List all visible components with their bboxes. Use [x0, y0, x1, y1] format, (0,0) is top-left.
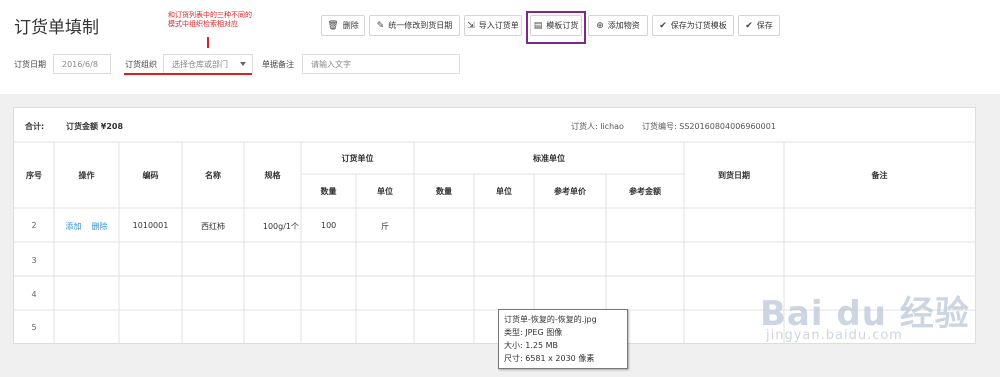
col-remark: 备注: [871, 171, 888, 180]
add-goods-label: 添加物资: [607, 21, 640, 30]
add-goods-button[interactable]: ⊕ 添加物资: [588, 15, 648, 36]
org-label: 订货组织: [125, 60, 157, 69]
annotation-line-2: 模式中组织检索相对应: [168, 20, 238, 28]
order-date-input[interactable]: 2016/6/8: [53, 54, 111, 74]
tooltip-size: 大小: 1.25 MB: [504, 341, 558, 350]
header-area: 订货单填制 和订货列表中的三种不同的 模式中组织检索相对应 🗑 删除 ✎ 统一修…: [0, 0, 1000, 94]
row-actions: 添加 删除: [54, 221, 119, 232]
tooltip-dimensions: 尺寸: 6581 x 2030 像素: [504, 354, 595, 363]
row-spec: 100g/1个: [262, 222, 299, 231]
row-index: 5: [31, 323, 37, 332]
check-icon: ✔: [745, 20, 753, 31]
delete-button-label: 删除: [342, 21, 359, 30]
watermark-url: jingyan.baidu.com: [766, 328, 903, 343]
page-title: 订货单填制: [14, 18, 99, 38]
tooltip-filename: 订货单-恢复的-恢复的.jpg: [504, 315, 597, 324]
col-name: 名称: [205, 171, 221, 180]
col-index: 序号: [26, 171, 42, 180]
col-spec: 规格: [264, 171, 281, 180]
org-placeholder: 选择仓库或部门: [172, 59, 228, 69]
annotation-line-1: 和订货列表中的三种不同的: [168, 11, 252, 19]
remark-placeholder: 请输入文字: [311, 59, 351, 69]
save-button-label: 保存: [756, 21, 773, 30]
import-order-label: 导入订货单: [478, 21, 519, 30]
pencil-icon: ✎: [376, 20, 385, 31]
col-order-unit-sub: 单位: [377, 187, 393, 196]
col-ref-price: 参考单价: [554, 187, 586, 196]
row-qty[interactable]: 100: [301, 221, 356, 230]
org-select[interactable]: 选择仓库或部门: [163, 54, 253, 74]
set-arrival-date-label: 统一修改到货日期: [388, 21, 453, 30]
col-std-qty: 数量: [436, 187, 452, 196]
col-code: 编码: [142, 171, 159, 180]
tooltip-type: 类型: JPEG 图像: [504, 328, 563, 337]
import-order-button[interactable]: ⇲ 导入订货单: [464, 15, 522, 36]
col-std-unit-sub: 单位: [496, 187, 512, 196]
col-ref-amount: 参考金额: [629, 187, 661, 196]
col-std-unit: 标准单位: [533, 154, 565, 163]
delete-button[interactable]: 🗑 删除: [321, 15, 365, 36]
trash-icon: 🗑: [327, 20, 339, 31]
save-as-template-button[interactable]: ✔ 保存为订货模板: [652, 15, 734, 36]
file-info-tooltip: 订货单-恢复的-恢复的.jpg 类型: JPEG 图像 大小: 1.25 MB …: [498, 309, 628, 369]
highlight-box: [526, 11, 586, 44]
annotation-note: 和订货列表中的三种不同的 模式中组织检索相对应: [168, 11, 252, 29]
col-order-unit: 订货单位: [341, 154, 374, 163]
delete-row-link[interactable]: 删除: [92, 222, 108, 231]
col-order-qty: 数量: [320, 187, 337, 196]
annotation-underline: [124, 73, 252, 75]
save-button[interactable]: ✔ 保存: [738, 15, 780, 36]
col-action: 操作: [78, 171, 95, 180]
row-unit: 斤: [381, 222, 389, 231]
import-icon: ⇲: [467, 20, 475, 31]
baidu-watermark: Bai du 经验 jingyan.baidu.com: [760, 286, 990, 356]
row-code: 1010001: [132, 221, 169, 230]
remark-label: 单据备注: [262, 60, 294, 69]
row-index: 2: [31, 221, 37, 230]
plus-circle-icon: ⊕: [596, 20, 604, 31]
col-arrival-date: 到货日期: [718, 171, 750, 180]
row-name: 西红柿: [201, 222, 225, 231]
row-index: 4: [31, 290, 37, 299]
order-date-label: 订货日期: [14, 60, 46, 69]
remark-input[interactable]: 请输入文字: [302, 54, 460, 74]
chevron-down-icon: [240, 62, 246, 66]
add-row-link[interactable]: 添加: [65, 222, 81, 231]
row-index: 3: [31, 256, 37, 265]
set-arrival-date-button[interactable]: ✎ 统一修改到货日期: [369, 15, 460, 36]
save-as-template-label: 保存为订货模板: [670, 21, 727, 30]
annotation-pointer: [207, 37, 209, 48]
order-date-value: 2016/6/8: [62, 59, 98, 69]
check-icon: ✔: [659, 20, 667, 31]
